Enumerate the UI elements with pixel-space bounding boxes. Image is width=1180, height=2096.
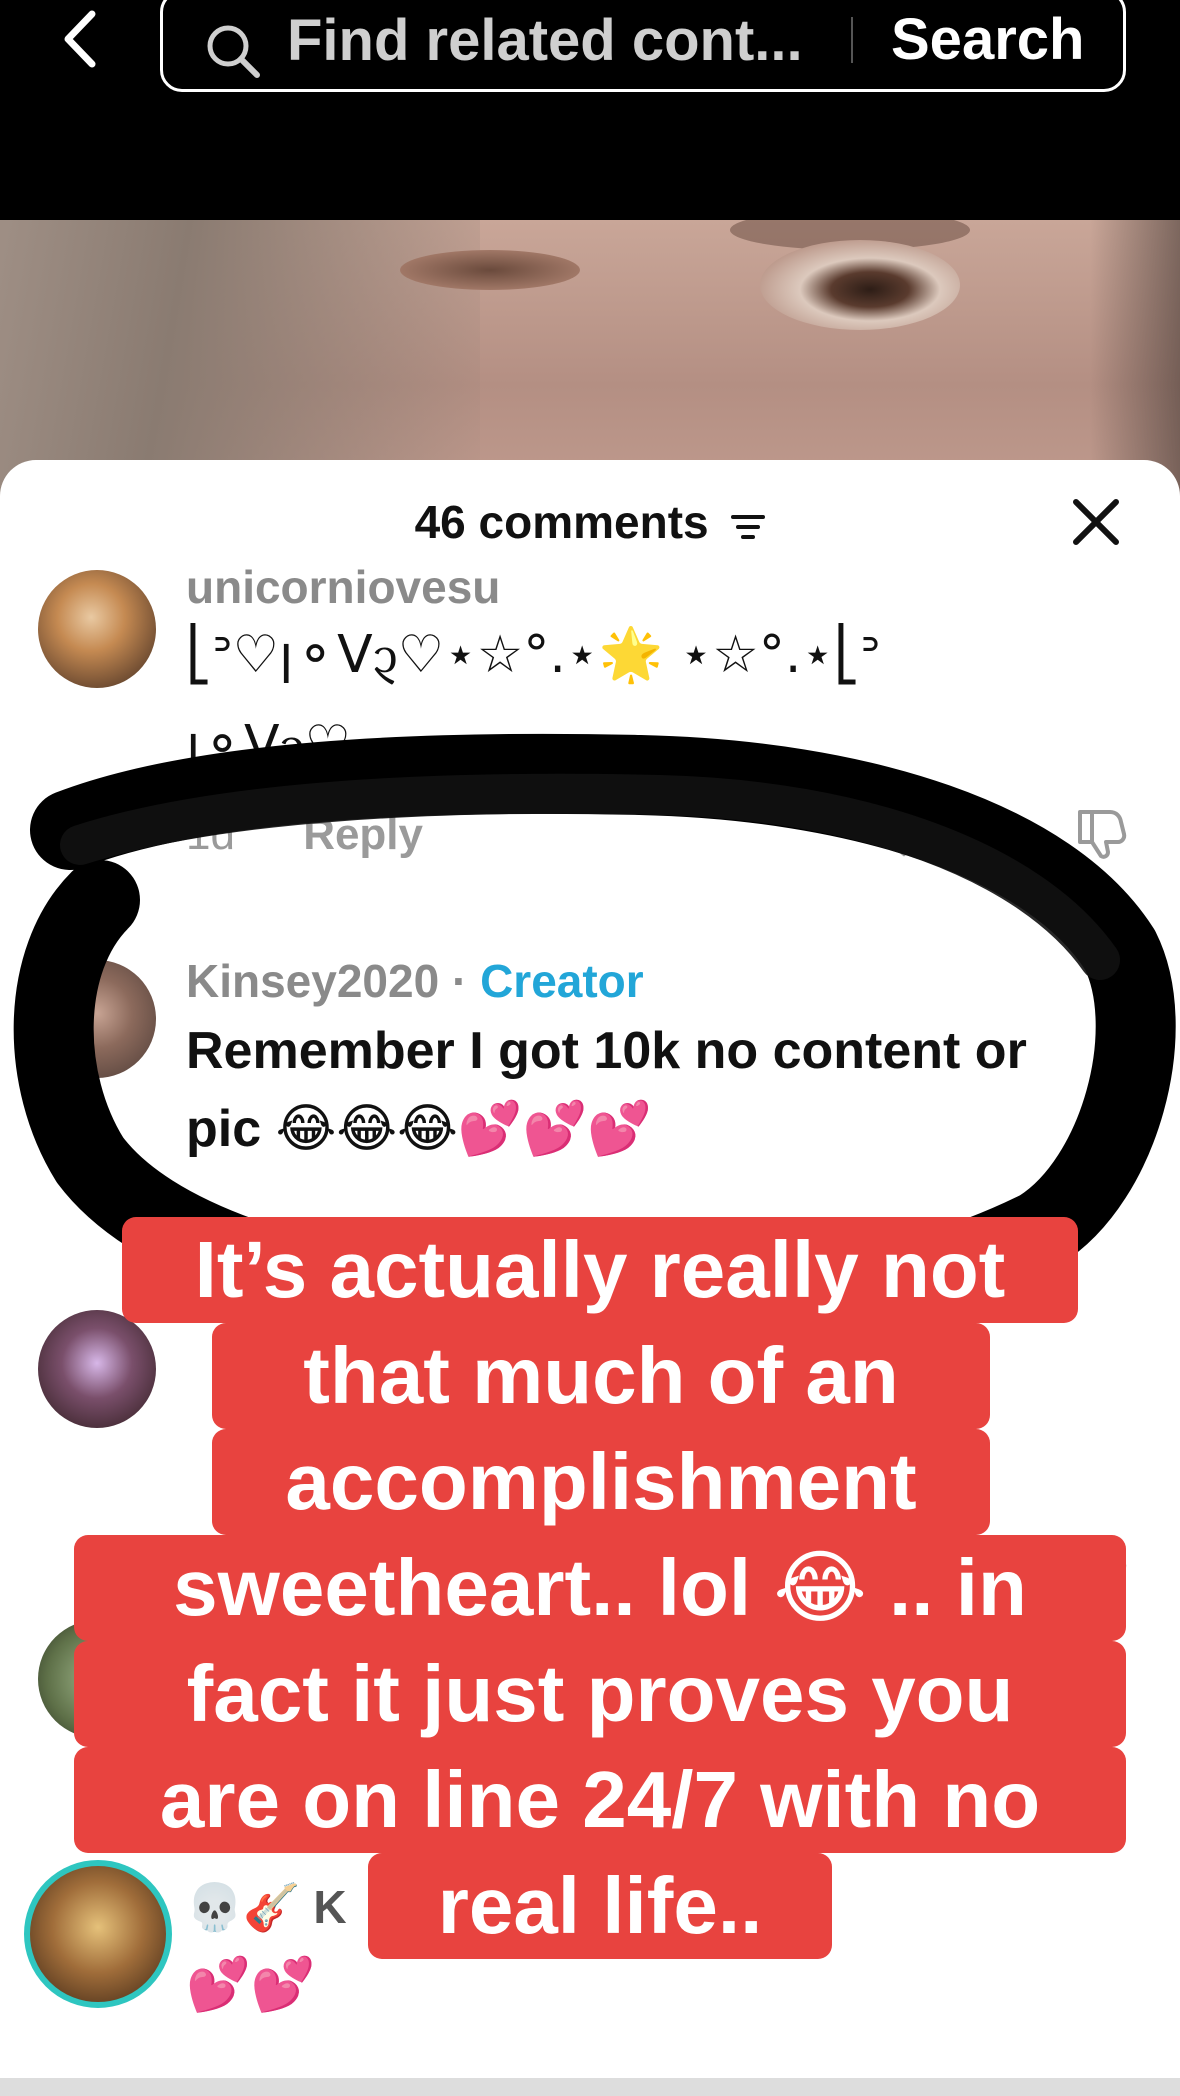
username-fragment: K [313, 1881, 347, 1933]
comment-text: ⎣ᐣ♡ꞁ⚬ᐯ᧓♡⋆☆°.⋆🌟 ⋆☆°.⋆⎣ᐣ [186, 625, 881, 685]
comment-text-line2: ꞁ⚬ᐯ᧓♡ [186, 715, 352, 775]
comment-username[interactable]: Kinsey2020 · Creator [186, 954, 644, 1008]
search-bar[interactable]: Find related cont... Search [160, 0, 1126, 92]
comment-username[interactable]: 💀🎸 K [186, 1880, 347, 1934]
comment-text: 💕💕 [186, 1956, 316, 2014]
avatar[interactable] [38, 570, 156, 688]
sort-icon[interactable] [731, 498, 766, 554]
comments-sheet: 46 comments unicorniovesu ⎣ᐣ♡ꞁ⚬ᐯ᧓♡⋆☆°.⋆🌟… [0, 460, 1180, 2096]
comment-time: 1 [186, 1540, 211, 1589]
comment-meta: 1d Reply [186, 810, 423, 860]
dislike-icon[interactable] [1074, 1534, 1130, 1595]
search-divider [851, 17, 853, 63]
avatar[interactable] [38, 960, 156, 1078]
comment-item [0, 1590, 1180, 1800]
comment-text: Remember I got 10k no content or pic 😂😂😂… [186, 1022, 1027, 1158]
avatar-live-ring[interactable] [24, 1860, 172, 2008]
comments-header: 46 comments [0, 460, 1180, 570]
dislike-icon[interactable] [1074, 804, 1130, 865]
username-text: Kinsey2020 [186, 955, 440, 1007]
avatar[interactable] [38, 1310, 156, 1428]
eye-left-shape [400, 250, 580, 290]
heart-icon[interactable] [876, 806, 932, 863]
comments-title[interactable]: 46 comments [0, 494, 1180, 554]
comment-item: unicorniovesu ⎣ᐣ♡ꞁ⚬ᐯ᧓♡⋆☆°.⋆🌟 ⋆☆°.⋆⎣ᐣ ꞁ⚬ᐯ… [0, 561, 1180, 960]
avatar[interactable] [38, 1620, 156, 1738]
username-separator: · [451, 955, 468, 1007]
search-button[interactable]: Search [891, 7, 1084, 73]
close-icon[interactable] [1068, 494, 1124, 550]
bottom-divider [0, 2078, 1180, 2096]
reply-button[interactable]: Reply [303, 810, 423, 859]
like-count: 1 [946, 810, 971, 859]
comment-time: 1d [186, 810, 235, 859]
search-icon [203, 21, 263, 86]
search-input[interactable]: Find related cont... [287, 11, 987, 71]
username-emoji: 💀🎸 [186, 1881, 301, 1933]
comment-item: 💀🎸 K 💕💕 [0, 1860, 1180, 2096]
creator-badge: Creator [480, 955, 644, 1007]
comment-username[interactable]: unicorniovesu [186, 560, 500, 614]
comments-count-label: 46 comments [414, 496, 709, 548]
top-bar: Find related cont... Search [0, 0, 1180, 220]
eye-right-shape [760, 240, 960, 330]
comment-item: Kinsey2020 · Creator Remember I got 10k … [0, 955, 1180, 1290]
chevron-left-icon[interactable] [48, 4, 118, 74]
